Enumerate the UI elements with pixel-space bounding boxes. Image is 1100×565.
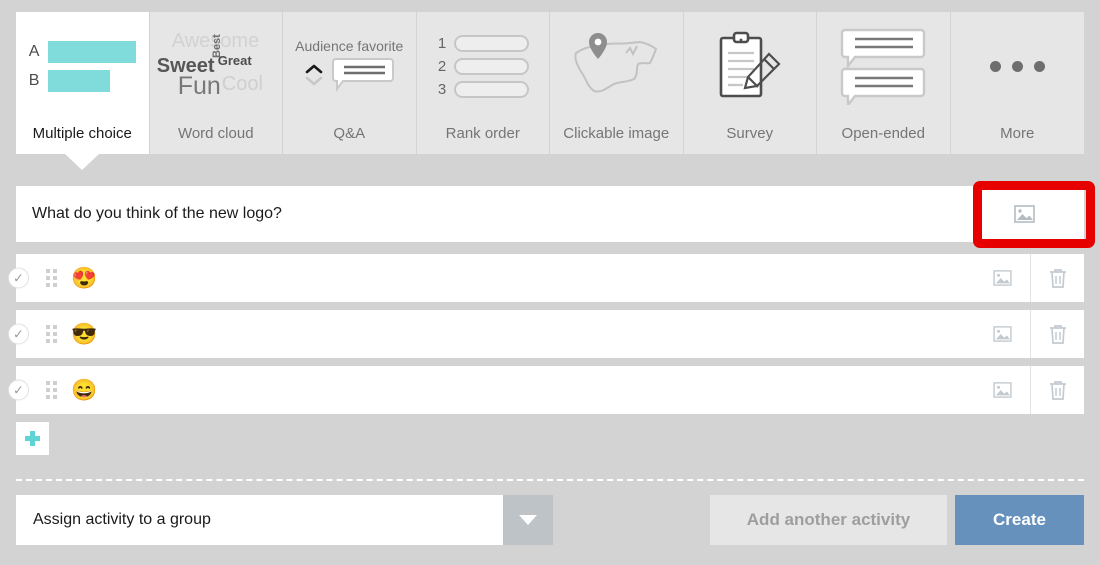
option-toggle-2[interactable]: ✓ xyxy=(8,323,29,345)
tab-multiple-choice[interactable]: A B Multiple choice xyxy=(16,12,150,170)
option-row-3: ✓ 😄 xyxy=(8,366,1084,414)
chevron-up-icon xyxy=(305,64,323,74)
rank-pill-3 xyxy=(454,80,530,98)
trash-icon xyxy=(1049,380,1066,400)
tab-survey[interactable]: Survey xyxy=(683,12,817,154)
wordcloud-word-great: Great xyxy=(217,53,252,68)
multiple-choice-art: A B xyxy=(16,12,149,120)
option-toggle-3[interactable]: ✓ xyxy=(8,379,29,401)
qa-art: Audience favorite xyxy=(283,12,416,120)
option-delete-button-1[interactable] xyxy=(1030,254,1084,302)
drag-handle-icon[interactable] xyxy=(46,325,57,343)
section-divider xyxy=(16,479,1084,481)
tab-label-word-cloud: Word cloud xyxy=(177,125,254,142)
drag-handle-icon[interactable] xyxy=(46,269,57,287)
option-text-3[interactable]: 😄 xyxy=(71,380,97,401)
survey-art xyxy=(684,12,817,120)
qa-vote-chevrons xyxy=(304,63,324,87)
page-root: A B Multiple choice Awesome Sweet Best G… xyxy=(0,0,1100,565)
rank-number-3: 3 xyxy=(437,80,447,98)
chevron-down-icon xyxy=(305,76,323,86)
option-image-button-1[interactable] xyxy=(975,254,1030,302)
tab-open-ended[interactable]: Open-ended xyxy=(817,12,951,154)
qa-caption: Audience favorite xyxy=(295,38,404,54)
question-card: What do you think of the new logo? xyxy=(16,186,1084,242)
add-another-activity-button[interactable]: Add another activity xyxy=(710,495,947,545)
option-delete-button-3[interactable] xyxy=(1030,366,1084,414)
map-pin-icon xyxy=(574,33,658,93)
rank-pill-2 xyxy=(454,57,530,75)
tab-clickable-image[interactable]: Clickable image xyxy=(550,12,684,154)
plus-icon xyxy=(25,431,40,446)
option-image-button-3[interactable] xyxy=(975,366,1030,414)
question-input[interactable]: What do you think of the new logo? xyxy=(16,205,964,223)
tab-label-more: More xyxy=(1000,125,1035,142)
assign-group-select[interactable]: Assign activity to a group xyxy=(16,495,553,545)
open-ended-art xyxy=(817,12,950,120)
rank-number-2: 2 xyxy=(437,57,447,75)
tab-label-rank-order: Rank order xyxy=(445,125,520,142)
wordcloud-word-cool: Cool xyxy=(221,73,263,95)
option-row-2: ✓ 😎 xyxy=(8,310,1084,358)
image-icon xyxy=(993,326,1012,342)
option-text-1[interactable]: 😍 xyxy=(71,268,97,289)
tab-label-clickable-image: Clickable image xyxy=(563,125,670,142)
option-delete-button-2[interactable] xyxy=(1030,310,1084,358)
activity-type-tabs: A B Multiple choice Awesome Sweet Best G… xyxy=(16,12,1085,170)
assign-group-value: Assign activity to a group xyxy=(33,511,211,528)
image-icon xyxy=(1013,205,1035,223)
add-option-button[interactable] xyxy=(16,422,49,455)
option-image-button-2[interactable] xyxy=(975,310,1030,358)
mc-bar-b xyxy=(47,69,110,92)
drag-handle-icon[interactable] xyxy=(46,381,57,399)
option-toggle-1[interactable]: ✓ xyxy=(8,267,29,289)
tab-more[interactable]: More xyxy=(950,12,1085,154)
mc-bar-a xyxy=(47,40,136,63)
tab-label-multiple-choice: Multiple choice xyxy=(32,125,132,142)
tab-word-cloud[interactable]: Awesome Sweet Best Great Fun Cool Word c… xyxy=(149,12,283,154)
clickable-image-art xyxy=(550,12,683,120)
mc-bar-letter-a: A xyxy=(28,42,40,60)
wordcloud-word-fun: Fun xyxy=(177,72,221,100)
speech-bubble-icon xyxy=(332,58,395,92)
tab-label-survey: Survey xyxy=(726,125,774,142)
tab-qa[interactable]: Audience favorite Q&A xyxy=(283,12,417,154)
more-art xyxy=(951,12,1085,120)
rank-order-art: 1 2 3 xyxy=(417,12,550,120)
rank-number-1: 1 xyxy=(437,34,447,52)
speech-bubbles-icon xyxy=(841,28,926,105)
question-image-button[interactable] xyxy=(964,186,1084,242)
rank-pill-1 xyxy=(454,34,530,52)
assign-group-caret[interactable] xyxy=(503,495,553,545)
image-icon xyxy=(993,382,1012,398)
option-row-1: ✓ 😍 xyxy=(8,254,1084,302)
option-text-2[interactable]: 😎 xyxy=(71,324,97,345)
tab-label-open-ended: Open-ended xyxy=(841,125,925,142)
tab-rank-order[interactable]: 1 2 3 Rank order xyxy=(416,12,550,154)
create-button[interactable]: Create xyxy=(955,495,1084,545)
active-tab-pointer xyxy=(64,153,101,170)
mc-bar-letter-b: B xyxy=(28,71,40,89)
image-icon xyxy=(993,270,1012,286)
word-cloud-art: Awesome Sweet Best Great Fun Cool xyxy=(150,12,283,120)
ellipsis-icon xyxy=(989,60,1045,72)
trash-icon xyxy=(1049,268,1066,288)
clipboard-pencil-icon xyxy=(719,31,781,98)
chevron-down-icon xyxy=(519,515,537,525)
tab-label-qa: Q&A xyxy=(333,125,366,142)
trash-icon xyxy=(1049,324,1066,344)
